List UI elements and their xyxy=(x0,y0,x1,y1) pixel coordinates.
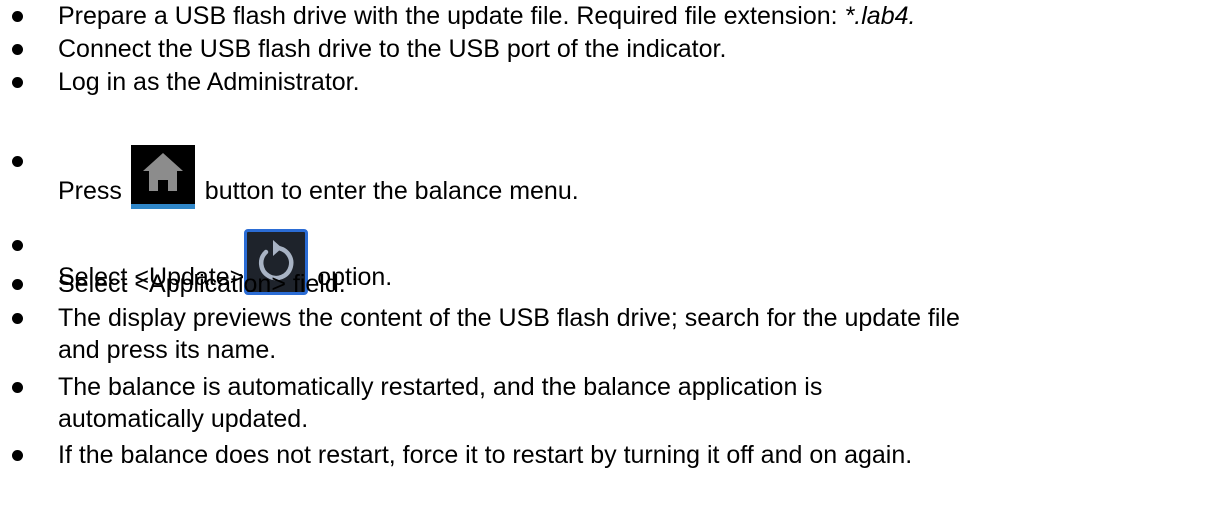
list-item-text: The display previews the content of the … xyxy=(58,304,960,364)
list-item-text: Connect the USB flash drive to the USB p… xyxy=(58,35,727,63)
file-extension: *.lab4. xyxy=(844,2,916,30)
home-button-underline xyxy=(130,204,195,209)
list-item-text: Prepare a USB flash drive with the updat… xyxy=(58,2,916,30)
bullet xyxy=(12,77,23,88)
list-item: The display previews the content of the … xyxy=(0,302,1214,368)
list-item-text: The balance is automatically restarted, … xyxy=(58,373,823,433)
bullet xyxy=(12,44,23,55)
list-item-text: Log in as the Administrator. xyxy=(58,68,360,96)
bullet xyxy=(12,450,23,461)
bullet xyxy=(12,156,23,167)
bullet xyxy=(12,382,23,393)
list-item-text: Select <Application> field. xyxy=(58,270,346,298)
list-item-text: Press button to enter the balance menu. xyxy=(58,145,579,209)
home-button xyxy=(130,145,195,209)
bullet xyxy=(12,240,23,251)
list-item-text: If the balance does not restart, force i… xyxy=(58,441,913,469)
home-icon xyxy=(142,153,183,191)
bullet xyxy=(12,313,23,324)
bullet xyxy=(12,279,23,290)
instruction-list: Prepare a USB flash drive with the updat… xyxy=(0,0,1214,520)
list-item: The balance is automatically restarted, … xyxy=(0,371,1214,437)
bullet xyxy=(12,11,23,22)
